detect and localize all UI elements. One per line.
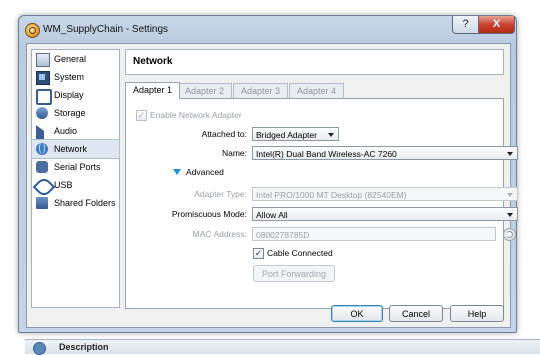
attached-to-label: Attached to: [201,129,247,139]
sidebar-item-label: Serial Ports [54,162,101,172]
sidebar-item-label: Network [54,144,88,154]
promiscuous-mode-label: Promiscuous Mode: [171,209,247,219]
sidebar-item-label: Storage [54,108,86,118]
cable-connected-checkbox[interactable]: ✓ [253,248,264,259]
sidebar-item-label: System [54,72,85,82]
description-label: Description [59,342,109,352]
sidebar-item-label: Audio [54,126,78,136]
enable-adapter-label: Enable Network Adapter [150,110,242,120]
virtualbox-app-icon [25,23,40,38]
cancel-button[interactable]: Cancel [389,305,443,322]
monitor-icon [36,89,52,105]
sidebar-item-general[interactable]: General [32,50,119,68]
sidebar-item-storage[interactable]: Storage [32,104,119,122]
chevron-down-icon [328,133,334,137]
sidebar-item-system[interactable]: System [32,68,119,86]
promiscuous-mode-select[interactable]: Allow All [252,207,518,221]
sidebar-item-audio[interactable]: Audio [32,122,119,149]
page-title: Network [133,56,173,67]
chevron-down-icon [507,152,513,156]
name-label: Name: [221,148,247,158]
tab-adapter-1[interactable]: Adapter 1 [125,82,181,99]
sidebar-item-serial-ports[interactable]: Serial Ports [32,158,119,176]
chevron-down-icon [507,193,513,197]
globe-icon [36,142,48,155]
title-bar[interactable]: WM_SupplyChain - Settings ? X [19,16,516,43]
settings-category-list: General System Display Storage Audio Net… [31,49,120,308]
cable-connected-label: Cable Connected [267,248,333,258]
chip-icon [36,71,50,85]
sidebar-item-label: Shared Folders [54,198,116,208]
disk-icon [36,107,48,119]
sidebar-item-label: Display [54,90,84,100]
mac-address-label: MAC Address: [192,229,247,239]
advanced-toggle-icon[interactable] [173,169,181,175]
dialog-body: General System Display Storage Audio Net… [26,43,518,328]
sidebar-item-usb[interactable]: USB [32,175,119,199]
port-forwarding-button[interactable]: Port Forwarding [253,265,335,282]
adapter-type-select[interactable]: Intel PRO/1000 MT Desktop (82540EM) [252,187,518,201]
sidebar-item-label: General [54,54,87,64]
promiscuous-mode-value: Allow All [256,210,288,220]
mac-address-value: 0800278785D [256,230,310,240]
description-section-header[interactable]: Description [25,339,540,355]
ok-button[interactable]: OK [331,305,383,322]
description-icon [33,342,46,355]
adapter-name-value: Intel(R) Dual Band Wireless-AC 7260 [256,149,397,159]
enable-adapter-checkbox[interactable]: ✓ [136,110,147,121]
attached-to-select[interactable]: Bridged Adapter [252,127,339,141]
serial-icon [36,161,48,173]
mac-address-field[interactable]: 0800278785D [252,227,496,241]
adapter-type-label: Adapter Type: [194,189,247,199]
sidebar-item-label: USB [54,180,73,190]
chevron-down-icon [507,213,513,217]
general-icon [36,53,50,67]
adapter-panel: ✓ Enable Network Adapter Attached to: Br… [125,98,518,309]
help-title-button[interactable]: ? [452,16,479,34]
sidebar-item-shared-folders[interactable]: Shared Folders [32,194,119,212]
tab-adapter-3[interactable]: Adapter 3 [233,83,289,98]
sidebar-item-display[interactable]: Display [32,86,119,105]
refresh-mac-icon[interactable] [503,228,516,241]
window-title: WM_SupplyChain - Settings [43,24,169,35]
tab-adapter-2[interactable]: Adapter 2 [177,83,233,98]
settings-window: WM_SupplyChain - Settings ? X General Sy… [18,15,518,333]
advanced-toggle-label[interactable]: Advanced [186,167,224,177]
page-header: Network [125,49,504,75]
tab-adapter-4[interactable]: Adapter 4 [289,83,345,98]
adapter-type-value: Intel PRO/1000 MT Desktop (82540EM) [256,190,407,200]
adapter-name-select[interactable]: Intel(R) Dual Band Wireless-AC 7260 [252,146,518,160]
attached-to-value: Bridged Adapter [256,130,317,140]
help-button[interactable]: Help [450,305,504,322]
close-window-button[interactable]: X [478,16,515,34]
folder-icon [36,197,48,209]
sidebar-item-network[interactable]: Network [31,139,120,159]
